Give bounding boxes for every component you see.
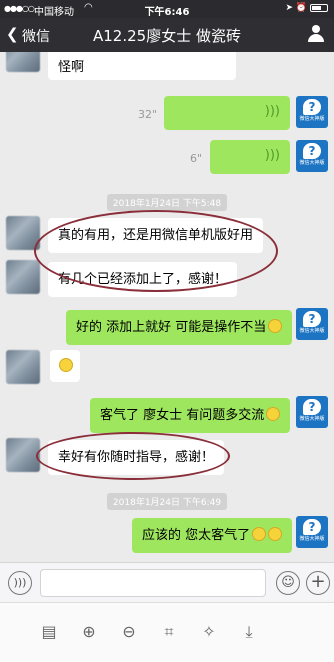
self-avatar[interactable]: ? 微信大神版: [296, 396, 328, 428]
chat-title: A12.25廖女士 做瓷砖: [93, 27, 241, 45]
self-avatar[interactable]: ? 微信大神版: [296, 140, 328, 172]
emoji-icon: [268, 319, 283, 333]
chat-area[interactable]: 怪啊 32" ))) ? 微信大神版 6" ))) ? 微信大神版 2018年1月2…: [0, 52, 334, 562]
highlight-circle: [34, 210, 278, 292]
input-bar: ))) ☺ +: [0, 562, 334, 602]
crop-icon[interactable]: ⌗: [158, 621, 180, 643]
timestamp-text: 2018年1月24日 下午6:49: [106, 493, 228, 510]
status-time: 下午6:46: [144, 7, 190, 18]
zoom-out-icon[interactable]: ⊖: [118, 621, 140, 643]
contact-avatar[interactable]: [6, 438, 40, 472]
timestamp: 2018年1月24日 下午5:48: [0, 191, 334, 211]
message-input[interactable]: [40, 569, 266, 597]
voice-duration: 6": [190, 152, 203, 165]
voice-message-outgoing[interactable]: ))): [164, 96, 290, 130]
voice-message-outgoing[interactable]: ))): [210, 140, 290, 174]
emoji-message[interactable]: [50, 350, 80, 382]
emoji-icon: [266, 407, 281, 421]
message-text: 好的 添加上就好 可能是操作不当: [76, 320, 267, 335]
magic-wand-icon[interactable]: ✧: [198, 621, 220, 643]
plus-icon[interactable]: +: [306, 571, 330, 595]
status-bar: ●●●○○ 中国移动 ◠ 下午6:46 ➤ ⏰: [0, 0, 334, 18]
message-outgoing[interactable]: 应该的 您太客气了: [132, 518, 293, 553]
question-icon: ?: [303, 519, 321, 535]
message-outgoing[interactable]: 好的 添加上就好 可能是操作不当: [66, 310, 293, 345]
question-icon: ?: [303, 99, 321, 115]
question-icon: ?: [303, 311, 321, 327]
avatar-caption: 微信大神版: [299, 116, 325, 122]
message-text: 应该的 您太客气了: [142, 528, 251, 543]
avatar-caption: 微信大神版: [299, 416, 325, 422]
emoji-icon: [268, 527, 283, 541]
self-avatar[interactable]: ? 微信大神版: [296, 96, 328, 128]
message-outgoing[interactable]: 客气了 廖女士 有问题多交流: [90, 398, 291, 433]
timestamp-text: 2018年1月24日 下午5:48: [106, 194, 228, 211]
contact-avatar[interactable]: [6, 52, 40, 72]
voice-icon[interactable]: ))): [8, 571, 32, 595]
message-incoming-partial[interactable]: 怪啊: [48, 52, 236, 80]
avatar-caption: 微信大神版: [299, 328, 325, 334]
person-icon[interactable]: [308, 25, 324, 43]
voice-wave-icon: ))): [264, 104, 280, 119]
zoom-in-icon[interactable]: ⊕: [78, 621, 100, 643]
message-text: 怪啊: [58, 60, 85, 75]
contact-avatar[interactable]: [6, 350, 40, 384]
timestamp: 2018年1月24日 下午6:49: [0, 490, 334, 510]
highlight-circle: [36, 432, 230, 480]
voice-wave-icon: ))): [264, 148, 280, 163]
emoji-icon: [59, 358, 73, 372]
message-text: 客气了 廖女士 有问题多交流: [100, 408, 265, 423]
question-icon: ?: [303, 143, 321, 159]
chat-navbar: ❮ 微信 A12.25廖女士 做瓷砖: [0, 18, 334, 52]
emoji-icon[interactable]: ☺: [276, 571, 300, 595]
contact-avatar[interactable]: [6, 260, 40, 294]
battery-icon: ➤ ⏰: [286, 3, 328, 13]
emoji-icon: [252, 527, 267, 541]
self-avatar[interactable]: ? 微信大神版: [296, 308, 328, 340]
viewer-toolbar: ▤ ⊕ ⊖ ⌗ ✧ ⤓: [0, 602, 334, 662]
self-avatar[interactable]: ? 微信大神版: [296, 516, 328, 548]
avatar-caption: 微信大神版: [299, 536, 325, 542]
download-icon[interactable]: ⤓: [238, 621, 260, 643]
avatar-caption: 微信大神版: [299, 160, 325, 166]
question-icon: ?: [303, 399, 321, 415]
voice-duration: 32": [138, 108, 158, 121]
layout-icon[interactable]: ▤: [38, 621, 60, 643]
